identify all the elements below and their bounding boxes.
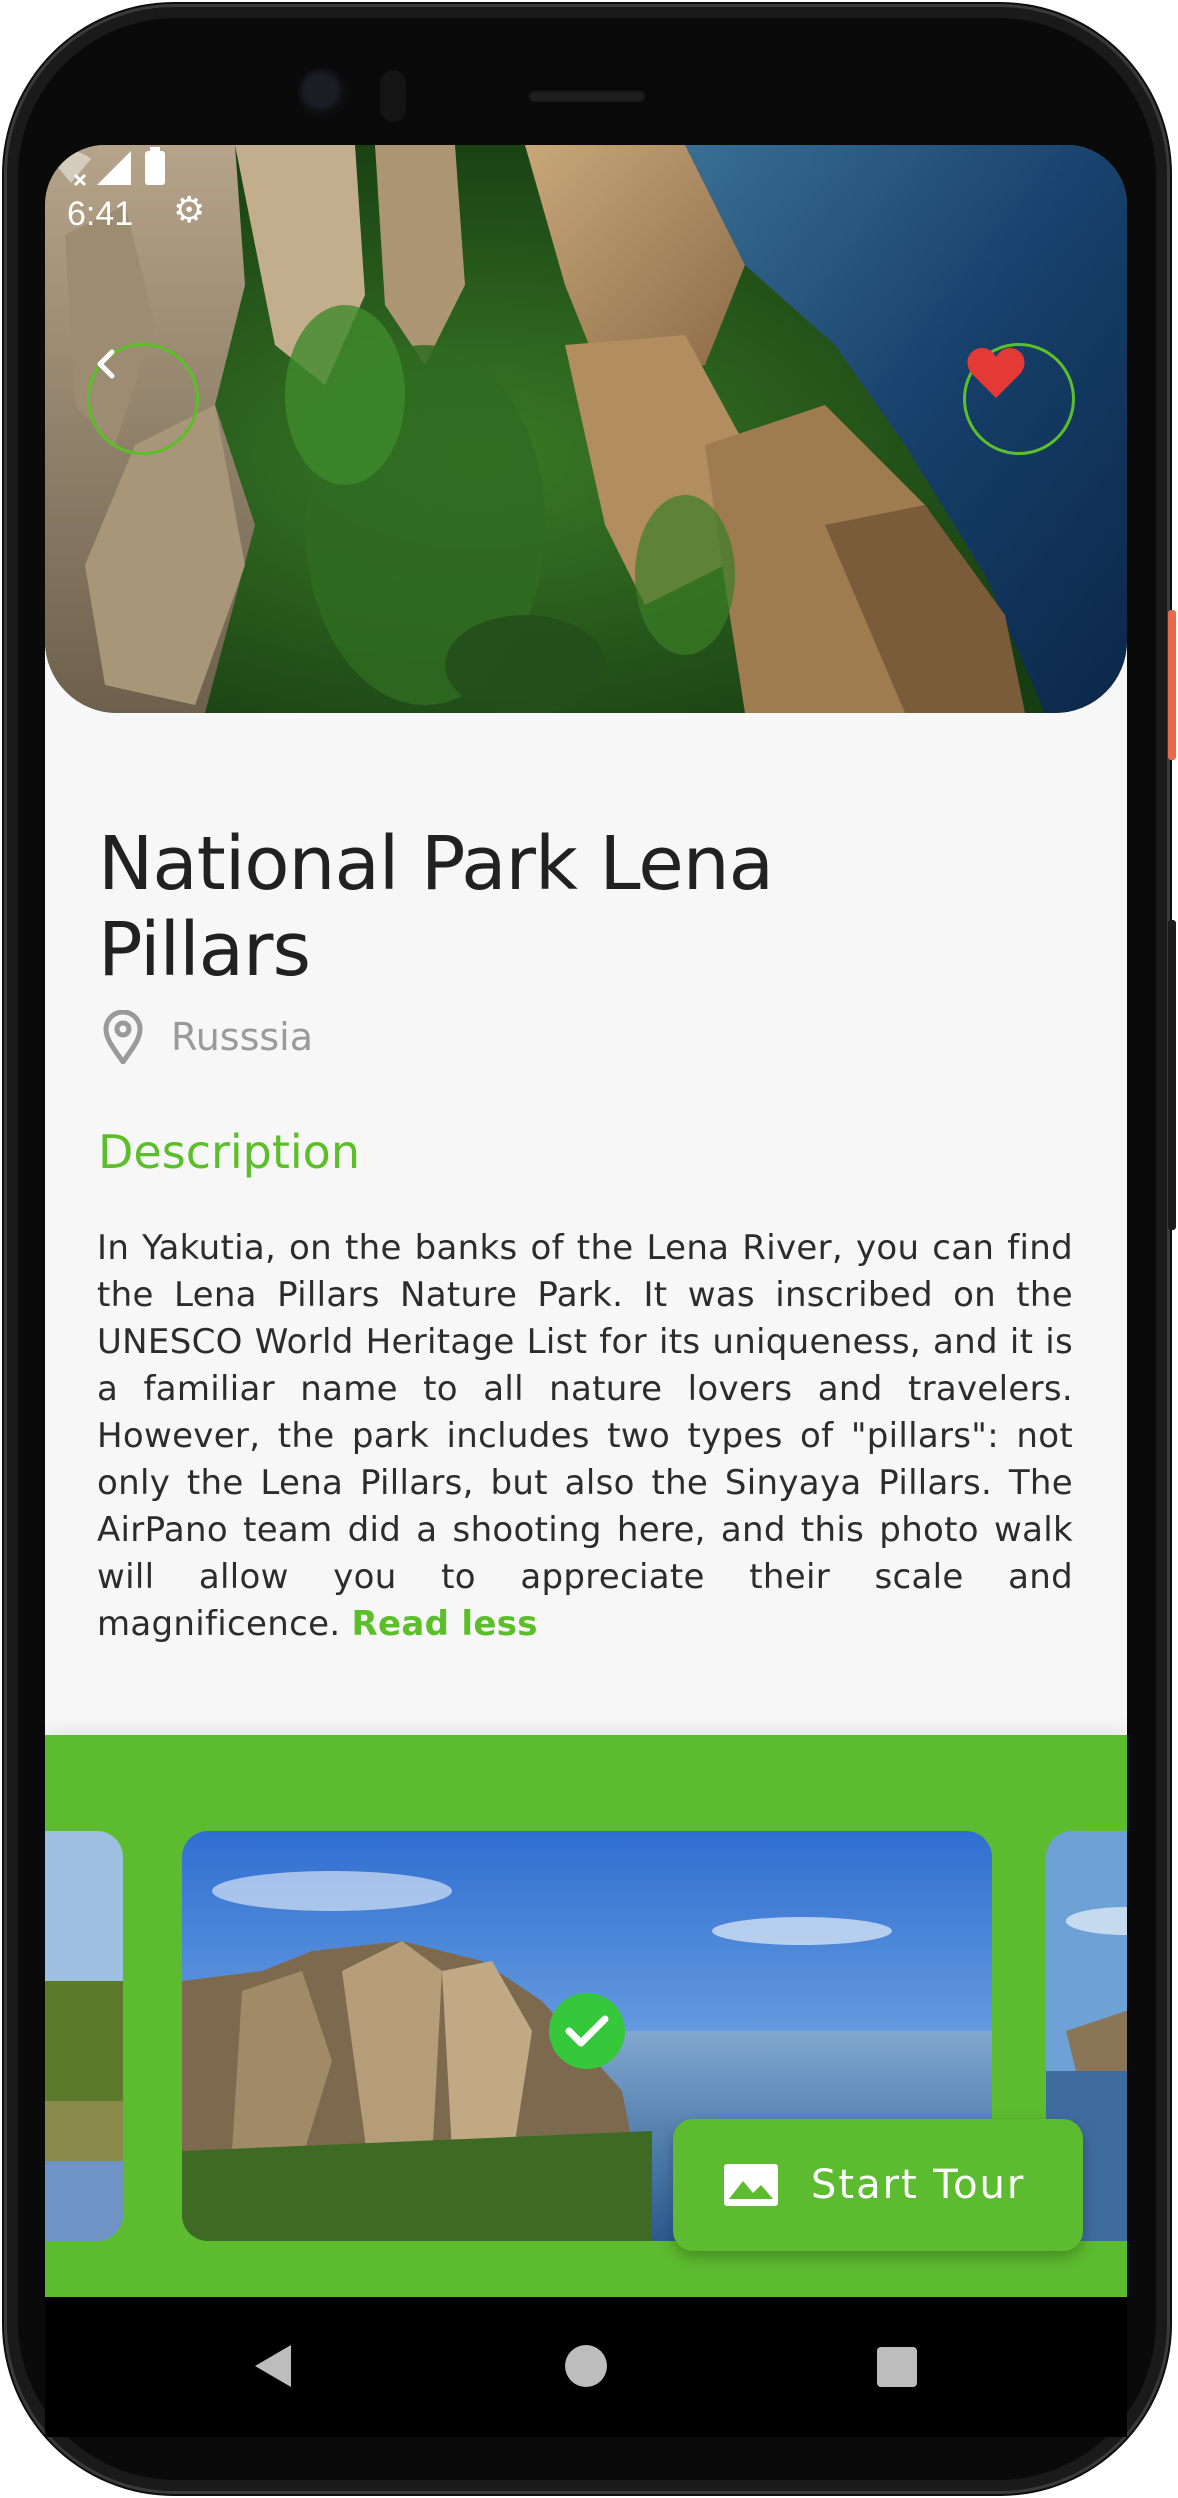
- start-tour-label: Start Tour: [811, 2162, 1026, 2208]
- status-bar: 6:41 ⚙: [45, 145, 1127, 235]
- checkmark-icon: [565, 2015, 609, 2047]
- panorama-image: [45, 1831, 123, 2241]
- panorama-thumbnail-prev[interactable]: [45, 1831, 123, 2241]
- location-row: Russsia: [103, 1007, 313, 1067]
- chevron-left-icon: [97, 349, 115, 379]
- wifi-off-icon: [51, 151, 91, 187]
- description-text: In Yakutia, on the banks of the Lena Riv…: [97, 1225, 1073, 1648]
- earpiece-speaker: [528, 88, 646, 102]
- back-button[interactable]: [87, 343, 199, 455]
- system-navigation-bar: [45, 2297, 1127, 2437]
- settings-icon: ⚙: [173, 190, 206, 231]
- nav-recents-icon[interactable]: [877, 2347, 917, 2387]
- description-body: In Yakutia, on the banks of the Lena Riv…: [97, 1228, 1073, 1644]
- favorite-button[interactable]: [963, 343, 1075, 455]
- landscape-image-icon: [724, 2164, 778, 2206]
- location-label: Russsia: [171, 1015, 314, 1059]
- hero-image: 6:41 ⚙: [45, 145, 1127, 713]
- selected-badge: [549, 1993, 625, 2069]
- app-screen: 6:41 ⚙ National Park Lena Pillars Russsi…: [45, 145, 1127, 2297]
- battery-icon: [145, 147, 165, 185]
- proximity-sensor: [380, 70, 406, 122]
- description-heading: Description: [98, 1125, 360, 1179]
- front-camera: [298, 68, 348, 118]
- status-time: 6:41: [67, 195, 134, 233]
- nav-home-icon[interactable]: [565, 2345, 607, 2387]
- power-button: [1168, 610, 1176, 760]
- read-less-link[interactable]: Read less: [352, 1604, 538, 1644]
- heart-icon: [967, 348, 1025, 398]
- signal-icon: [97, 151, 131, 185]
- page-title: National Park Lena Pillars: [98, 821, 774, 993]
- volume-button: [1168, 920, 1176, 1230]
- nav-back-icon[interactable]: [253, 2343, 293, 2389]
- location-pin-icon: [103, 1010, 143, 1064]
- start-tour-button[interactable]: Start Tour: [673, 2119, 1083, 2251]
- status-icons: [51, 147, 165, 187]
